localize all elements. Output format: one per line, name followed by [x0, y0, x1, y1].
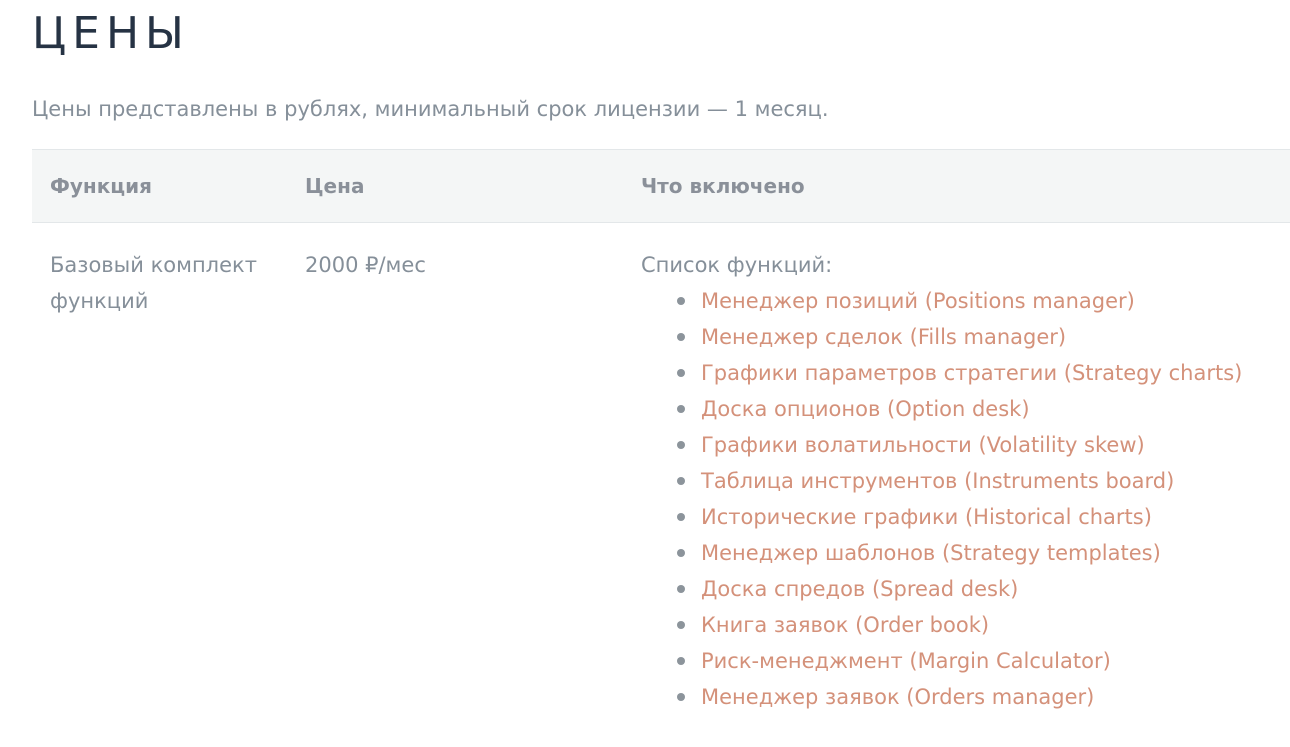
features-label: Список функций: [641, 253, 833, 277]
bullet-icon [677, 477, 685, 485]
bullet-icon [677, 513, 685, 521]
bullet-icon [677, 585, 685, 593]
list-item: Менеджер шаблонов (Strategy templates) [677, 535, 1290, 571]
feature-link-instruments-board[interactable]: Таблица инструментов (Instruments board) [701, 469, 1174, 493]
bullet-icon [677, 693, 685, 701]
function-cell: Базовый комплект функций [50, 253, 257, 313]
list-item: Исторические графики (Historical charts) [677, 499, 1290, 535]
pricing-intro: Цены представлены в рублях, минимальный … [32, 97, 829, 121]
header-price: Цена [287, 149, 623, 223]
pricing-table: Функция Цена Что включено Базовый компле… [32, 149, 1290, 715]
bullet-icon [677, 549, 685, 557]
page-title: ЦЕНЫ [32, 8, 190, 59]
feature-link-volatility-skew[interactable]: Графики волатильности (Volatility skew) [701, 433, 1145, 457]
feature-link-historical-charts[interactable]: Исторические графики (Historical charts) [701, 505, 1152, 529]
list-item: Книга заявок (Order book) [677, 607, 1290, 643]
list-item: Риск-менеджмент (Margin Calculator) [677, 643, 1290, 679]
list-item: Менеджер заявок (Orders manager) [677, 679, 1290, 715]
list-item: Графики волатильности (Volatility skew) [677, 427, 1290, 463]
list-item: Менеджер позиций (Positions manager) [677, 283, 1290, 319]
feature-link-margin-calculator[interactable]: Риск-менеджмент (Margin Calculator) [701, 649, 1111, 673]
header-function: Функция [32, 149, 287, 223]
list-item: Менеджер сделок (Fills manager) [677, 319, 1290, 355]
bullet-icon [677, 621, 685, 629]
bullet-icon [677, 369, 685, 377]
list-item: Таблица инструментов (Instruments board) [677, 463, 1290, 499]
feature-link-option-desk[interactable]: Доска опционов (Option desk) [701, 397, 1030, 421]
features-list: Менеджер позиций (Positions manager) Мен… [641, 283, 1290, 715]
bullet-icon [677, 297, 685, 305]
table-header-row: Функция Цена Что включено [32, 149, 1290, 223]
feature-link-fills-manager[interactable]: Менеджер сделок (Fills manager) [701, 325, 1066, 349]
feature-link-orders-manager[interactable]: Менеджер заявок (Orders manager) [701, 685, 1094, 709]
bullet-icon [677, 441, 685, 449]
table-row: Базовый комплект функций 2000 ₽/мес Спис… [32, 223, 1290, 716]
pricing-page: ЦЕНЫ Цены представлены в рублях, минимал… [0, 0, 1290, 747]
feature-link-spread-desk[interactable]: Доска спредов (Spread desk) [701, 577, 1018, 601]
list-item: Доска опционов (Option desk) [677, 391, 1290, 427]
feature-link-order-book[interactable]: Книга заявок (Order book) [701, 613, 989, 637]
list-item: Доска спредов (Spread desk) [677, 571, 1290, 607]
list-item: Графики параметров стратегии (Strategy c… [677, 355, 1290, 391]
bullet-icon [677, 333, 685, 341]
bullet-icon [677, 405, 685, 413]
feature-link-positions-manager[interactable]: Менеджер позиций (Positions manager) [701, 289, 1135, 313]
header-included: Что включено [623, 149, 1290, 223]
price-cell: 2000 ₽/мес [305, 253, 426, 277]
included-cell: Список функций: Менеджер позиций (Positi… [623, 223, 1290, 716]
feature-link-strategy-templates[interactable]: Менеджер шаблонов (Strategy templates) [701, 541, 1161, 565]
bullet-icon [677, 657, 685, 665]
feature-link-strategy-charts[interactable]: Графики параметров стратегии (Strategy c… [701, 361, 1242, 385]
